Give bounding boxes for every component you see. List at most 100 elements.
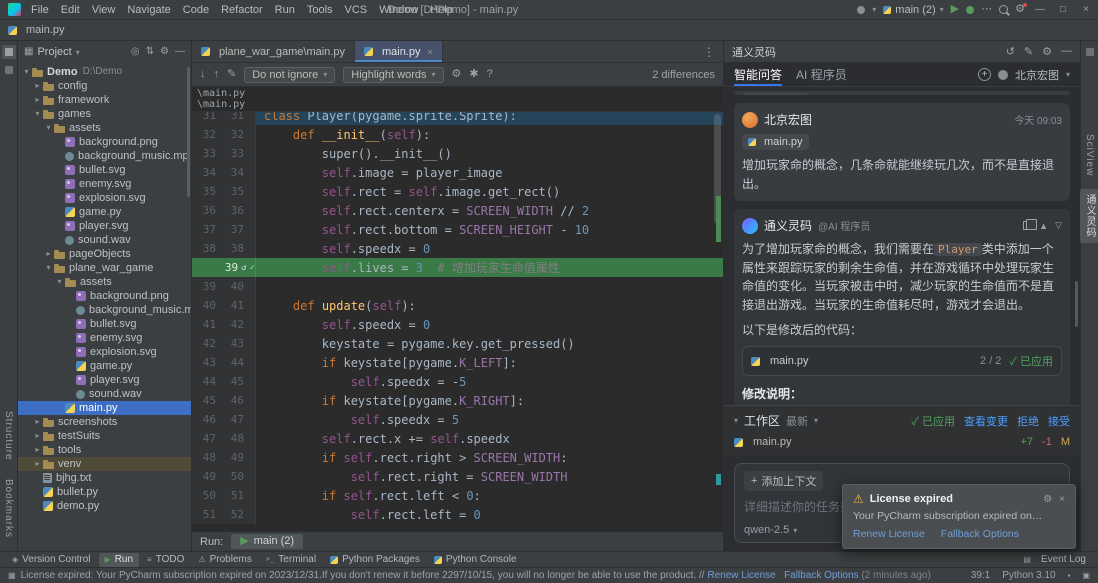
menu-refactor[interactable]: Refactor xyxy=(215,4,269,16)
stripe-label-0[interactable]: SciView xyxy=(1082,129,1097,181)
ai-hide-panel-icon[interactable]: — xyxy=(1061,45,1072,58)
hide-panel-icon[interactable]: — xyxy=(175,47,185,57)
tree-item-player-svg[interactable]: player.svg xyxy=(18,219,191,233)
diff-options-icon[interactable]: ✱ xyxy=(469,69,478,80)
menu-vcs[interactable]: VCS xyxy=(339,4,374,16)
tree-expand-arrow[interactable]: ▾ xyxy=(43,121,54,135)
add-context-chip[interactable]: + 添加上下文 xyxy=(744,471,823,491)
workspace-collapse-caret[interactable]: ▾ xyxy=(734,416,738,425)
tree-item-sound-wav[interactable]: sound.wav xyxy=(18,387,191,401)
code-line[interactable]: 4748 self.rect.x += self.speedx xyxy=(192,429,723,448)
ai-history-icon[interactable]: ↺ xyxy=(1006,45,1015,58)
status-renew-license-link[interactable]: Renew License xyxy=(707,570,775,581)
code-line[interactable]: 3535 self.rect = self.image.get_rect() xyxy=(192,182,723,201)
tree-item-background-png[interactable]: background.png xyxy=(18,135,191,149)
code-line[interactable]: 3131class Player(pygame.sprite.Sprite): xyxy=(192,112,723,125)
code-line[interactable]: 5051 if self.rect.left < 0: xyxy=(192,486,723,505)
tree-item-venv[interactable]: ▸venv xyxy=(18,457,191,471)
workspace-file-name[interactable]: main.py xyxy=(753,436,792,448)
menu-tools[interactable]: Tools xyxy=(301,4,339,16)
applied-file-card[interactable]: main.py 2 / 2 ✓ 已应用 xyxy=(742,346,1062,376)
tree-item-sound-wav[interactable]: sound.wav xyxy=(18,233,191,247)
menu-navigate[interactable]: Navigate xyxy=(121,4,176,16)
view-changes-link[interactable]: 查看变更 xyxy=(964,413,1008,429)
popup-fallback-options-link[interactable]: Fallback Options xyxy=(941,528,1019,540)
tree-item-pageobjects[interactable]: ▸pageObjects xyxy=(18,247,191,261)
code-line[interactable]: 4142 self.speedx = 0 xyxy=(192,315,723,334)
tree-expand-arrow[interactable]: ▾ xyxy=(32,107,43,121)
tree-expand-arrow[interactable]: ▸ xyxy=(32,443,43,457)
ai-settings-gear-icon[interactable]: ⚙ xyxy=(1042,45,1052,58)
diff-help-icon[interactable]: ? xyxy=(487,69,493,80)
attached-file-chip[interactable]: main.py xyxy=(742,134,809,150)
tree-item-screenshots[interactable]: ▸screenshots xyxy=(18,415,191,429)
ai-new-chat-icon[interactable]: ✎ xyxy=(1024,45,1033,58)
tree-item-enemy-svg[interactable]: enemy.svg xyxy=(18,331,191,345)
code-line[interactable]: 4344 if keystate[pygame.K_LEFT]: xyxy=(192,353,723,372)
close-button[interactable]: × xyxy=(1078,4,1094,15)
toolwindow-python-console[interactable]: Python Console xyxy=(428,553,523,567)
menu-code[interactable]: Code xyxy=(177,4,215,16)
ai-tab-chat[interactable]: 智能问答 xyxy=(734,63,782,86)
code-line[interactable]: 39↺✓ self.lives = 3 # 增加玩家生命值属性 xyxy=(192,258,723,277)
copy-icon[interactable] xyxy=(1023,221,1032,230)
tree-expand-arrow[interactable]: ▸ xyxy=(32,93,43,107)
tree-item-testsuits[interactable]: ▸testSuits xyxy=(18,429,191,443)
run-tab-main[interactable]: ▶ main (2) xyxy=(231,534,303,549)
python-interpreter[interactable]: Python 3.10 xyxy=(1002,570,1055,581)
user-account-icon[interactable] xyxy=(857,6,865,14)
run-button[interactable]: ▶ xyxy=(951,4,959,15)
locate-file-icon[interactable]: ◎ xyxy=(131,47,140,57)
notifications-stripe-icon[interactable] xyxy=(1083,45,1097,59)
tree-item-game-py[interactable]: game.py xyxy=(18,359,191,373)
collapse-all-icon[interactable]: ⇅ xyxy=(146,47,154,57)
toolwindow-run[interactable]: ▶Run xyxy=(99,553,140,567)
project-tree-scrollbar[interactable] xyxy=(187,67,190,197)
tree-item-plane-war-game[interactable]: ▾plane_war_game xyxy=(18,261,191,275)
popup-close-icon[interactable]: × xyxy=(1059,494,1065,505)
thumbs-down-icon[interactable]: ▽ xyxy=(1055,220,1062,231)
commit-stripe-icon[interactable] xyxy=(2,63,16,77)
project-stripe-icon[interactable] xyxy=(2,45,16,59)
tree-item-background-music-mp[interactable]: background_music.mp xyxy=(18,303,191,317)
tree-expand-arrow[interactable]: ▸ xyxy=(32,415,43,429)
code-line[interactable]: 4546 if keystate[pygame.K_RIGHT]: xyxy=(192,391,723,410)
tree-item-player-svg[interactable]: player.svg xyxy=(18,373,191,387)
stripe-label-structure[interactable]: Structure xyxy=(1,406,16,466)
ignore-policy-select[interactable]: Do not ignore▾ xyxy=(244,67,335,83)
tree-item-config[interactable]: ▸config xyxy=(18,79,191,93)
thumbs-up-icon[interactable]: ▲ xyxy=(1039,221,1048,231)
toolwindow-python-packages[interactable]: Python Packages xyxy=(324,553,426,567)
tree-item-bullet-svg[interactable]: bullet.svg xyxy=(18,163,191,177)
popup-settings-gear-icon[interactable]: ⚙ xyxy=(1043,494,1052,505)
tree-item-explosion-svg[interactable]: explosion.svg xyxy=(18,191,191,205)
tree-item-framework[interactable]: ▸framework xyxy=(18,93,191,107)
stripe-label-bookmarks[interactable]: Bookmarks xyxy=(1,474,16,543)
toolwindow-event-log[interactable]: Event Log xyxy=(1035,553,1092,567)
code-line[interactable]: 3838 self.speedx = 0 xyxy=(192,239,723,258)
tree-item-games[interactable]: ▾games xyxy=(18,107,191,121)
tree-item-enemy-svg[interactable]: enemy.svg xyxy=(18,177,191,191)
tree-item-bjhg-txt[interactable]: bjhg.txt xyxy=(18,471,191,485)
debug-button[interactable] xyxy=(966,6,974,14)
code-line[interactable]: 4647 self.speedx = 5 xyxy=(192,410,723,429)
menu-view[interactable]: View xyxy=(86,4,122,16)
stripe-label-1[interactable]: 通义灵码 xyxy=(1080,189,1098,243)
settings-gear-icon[interactable]: ⚙ xyxy=(1015,4,1025,15)
tree-item-explosion-svg[interactable]: explosion.svg xyxy=(18,345,191,359)
tree-item-bullet-svg[interactable]: bullet.svg xyxy=(18,317,191,331)
menu-file[interactable]: File xyxy=(25,4,55,16)
status-fallback-options-link[interactable]: Fallback Options xyxy=(784,570,858,581)
tab-main-py[interactable]: main.py × xyxy=(355,41,443,62)
tree-item-tools[interactable]: ▸tools xyxy=(18,443,191,457)
code-line[interactable]: 3333 super().__init__() xyxy=(192,144,723,163)
maximize-button[interactable]: □ xyxy=(1055,4,1071,15)
project-panel-title[interactable]: Project xyxy=(37,46,71,58)
reject-link[interactable]: 拒绝 xyxy=(1017,413,1039,429)
code-line[interactable]: 4849 if self.rect.right > SCREEN_WIDTH: xyxy=(192,448,723,467)
tab-plane-war-game-main-py[interactable]: plane_war_game\main.py xyxy=(192,41,355,62)
tree-item-demo[interactable]: ▾DemoD:\Demo xyxy=(18,65,191,79)
toolwindow-terminal[interactable]: >_Terminal xyxy=(260,553,322,567)
code-line[interactable]: 4445 self.speedx = -5 xyxy=(192,372,723,391)
highlight-policy-select[interactable]: Highlight words▾ xyxy=(343,67,443,83)
